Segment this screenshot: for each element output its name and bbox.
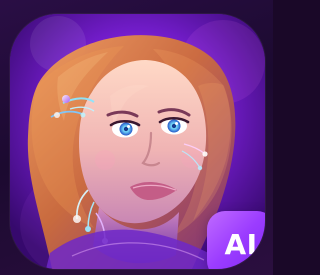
ai-badge-label: AI bbox=[224, 228, 258, 261]
app-icon-frame: AI bbox=[0, 0, 273, 275]
app-icon-tile[interactable]: AI bbox=[10, 14, 265, 269]
ai-badge: AI bbox=[207, 211, 265, 269]
